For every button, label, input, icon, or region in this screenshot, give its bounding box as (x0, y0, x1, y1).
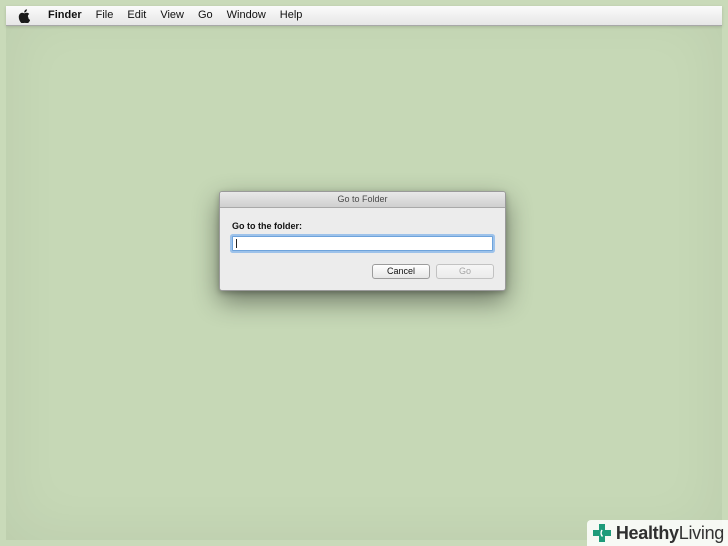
menu-help[interactable]: Help (273, 6, 310, 25)
menu-view[interactable]: View (153, 6, 191, 25)
folder-path-input[interactable] (232, 236, 493, 251)
menu-file[interactable]: File (89, 6, 121, 25)
watermark: HealthyLiving (586, 520, 728, 546)
apple-icon[interactable] (18, 8, 32, 23)
text-cursor (236, 239, 237, 248)
folder-prompt-label: Go to the folder: (232, 221, 302, 231)
go-button[interactable]: Go (436, 264, 494, 279)
menu-window[interactable]: Window (220, 6, 273, 25)
cancel-button[interactable]: Cancel (372, 264, 430, 279)
health-plus-icon (591, 522, 613, 544)
go-to-folder-dialog: Go to Folder Go to the folder: Cancel Go (219, 191, 506, 291)
watermark-text-bold: Healthy (615, 522, 679, 543)
menu-finder[interactable]: Finder (42, 6, 89, 25)
menu-edit[interactable]: Edit (120, 6, 153, 25)
watermark-text-regular: Living (678, 522, 725, 543)
menu-go[interactable]: Go (191, 6, 220, 25)
menu-bar: Finder File Edit View Go Window Help (6, 6, 722, 26)
dialog-title: Go to Folder (220, 192, 505, 208)
watermark-text: HealthyLiving (616, 523, 724, 544)
